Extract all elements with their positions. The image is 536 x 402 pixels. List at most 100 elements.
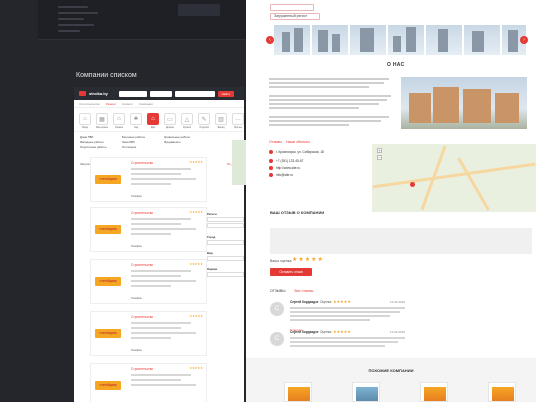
region-select[interactable] bbox=[118, 90, 147, 97]
text-line bbox=[131, 322, 191, 324]
subcategory-link[interactable]: Фасадные работы bbox=[80, 140, 114, 144]
tab[interactable]: Компании bbox=[139, 102, 153, 106]
footer-line bbox=[58, 6, 88, 8]
category-icons: ⌂ Вода ▦ Материалы ⌂ Гаражи ♣ Сад ⌂ Дом ▭ Дере… bbox=[74, 108, 244, 131]
tab[interactable]: Ремонт bbox=[106, 102, 116, 106]
text-line bbox=[290, 341, 398, 343]
similar-company-card[interactable] bbox=[352, 382, 380, 402]
site-header: stroika.by Найти bbox=[74, 87, 244, 100]
similar-company-card[interactable] bbox=[284, 382, 312, 402]
filter-city: Город bbox=[207, 235, 244, 245]
category-item[interactable]: ⌂ Вода bbox=[79, 113, 91, 129]
zoom-in-button[interactable]: + bbox=[377, 148, 382, 153]
footer-line bbox=[58, 18, 84, 20]
company-name[interactable]: Строительство bbox=[131, 161, 153, 165]
category-item[interactable]: ▭ Дерево bbox=[164, 113, 176, 129]
text-line bbox=[269, 120, 381, 122]
gallery-photo[interactable] bbox=[312, 25, 348, 55]
category-item[interactable]: … Прочее bbox=[232, 113, 244, 129]
category-select[interactable] bbox=[149, 90, 172, 97]
subcategory-link[interactable]: Кровельные работы bbox=[164, 135, 198, 139]
gallery-photo[interactable] bbox=[388, 25, 424, 55]
subcategory-link[interactable]: Фундаменты bbox=[164, 140, 198, 144]
text-line bbox=[131, 178, 196, 180]
region-pill[interactable]: Загруженный регист bbox=[270, 13, 320, 20]
map-pin-icon[interactable] bbox=[410, 182, 415, 187]
subcategory-link[interactable]: Бетонные работы bbox=[122, 135, 156, 139]
objects-link[interactable]: Наши объекты bbox=[286, 140, 310, 144]
category-item-active[interactable]: ⌂ Дом bbox=[147, 113, 159, 129]
reviewer-name: Сергей Кордзадзе bbox=[290, 330, 319, 334]
company-card[interactable]: СТРОЙДОМ Строительство ★★★★★ Телефон bbox=[90, 311, 207, 356]
review-textarea[interactable] bbox=[270, 228, 532, 254]
contact-site[interactable]: http://www.site.ru bbox=[269, 166, 300, 171]
company-name[interactable]: Строительство bbox=[131, 315, 153, 319]
subcategory-link[interactable]: Отделочные работы bbox=[80, 145, 114, 149]
text-line bbox=[269, 107, 359, 109]
text-line bbox=[290, 311, 400, 313]
company-map[interactable]: + − bbox=[372, 144, 536, 212]
footer-button[interactable] bbox=[178, 4, 220, 16]
company-card[interactable]: СТРОЙДОМ Строительство ★★★★★ Телефон bbox=[90, 207, 207, 252]
company-card[interactable]: СТРОЙДОМ Строительство ★★★★★ Телефон bbox=[90, 259, 207, 304]
chevron-left-icon[interactable]: ‹ bbox=[266, 36, 274, 44]
filter-select[interactable] bbox=[207, 240, 244, 245]
gallery-photo[interactable] bbox=[464, 25, 500, 55]
category-item[interactable]: ▥ Фасад bbox=[215, 113, 227, 129]
chevron-right-icon[interactable]: › bbox=[520, 36, 528, 44]
phone-link[interactable]: Телефон bbox=[131, 195, 142, 198]
text-line bbox=[131, 168, 191, 170]
text-line bbox=[131, 183, 171, 185]
text-line bbox=[269, 86, 369, 88]
logo[interactable]: stroika.by bbox=[89, 91, 108, 96]
review-form-title: ВАШ ОТЗЫВ О КОМПАНИИ bbox=[270, 210, 325, 215]
filter-select[interactable] bbox=[207, 217, 244, 222]
region-pill[interactable] bbox=[270, 4, 314, 11]
subcategory-link[interactable]: Дома ПВХ bbox=[80, 135, 114, 139]
category-item[interactable]: ▦ Материалы bbox=[96, 113, 108, 129]
subcategory-link[interactable]: Отопление bbox=[122, 145, 156, 149]
reviews-link[interactable]: Отзывы bbox=[269, 140, 282, 144]
text-line bbox=[269, 82, 384, 84]
company-name[interactable]: Строительство bbox=[131, 367, 153, 371]
contact-phone[interactable]: +7 (391) 123-45-67 bbox=[269, 159, 303, 164]
contact-address: г. Красноярск, ул. Сибирская, 18 bbox=[269, 150, 324, 155]
search-button[interactable]: Найти bbox=[217, 90, 234, 97]
text-line bbox=[131, 275, 181, 277]
phone-link[interactable]: Телефон bbox=[131, 245, 142, 248]
similar-company-card[interactable] bbox=[420, 382, 448, 402]
review-date: 14.02.2016 bbox=[390, 300, 406, 304]
company-card[interactable]: СТРОЙДОМ Строительство ★★★★★ bbox=[90, 363, 207, 402]
subcategory-list: Дома ПВХ Бетонные работы Кровельные рабо… bbox=[74, 131, 244, 152]
submit-review-button[interactable]: Оставить отзыв bbox=[270, 268, 312, 276]
category-item[interactable]: △ Кровля bbox=[181, 113, 193, 129]
company-name[interactable]: Строительство bbox=[131, 211, 153, 215]
category-item[interactable]: ♣ Сад bbox=[130, 113, 142, 129]
company-card[interactable]: СТРОЙДОМ Строительство ★★★★★ Телефон bbox=[90, 157, 207, 202]
phone-link[interactable]: Телефон bbox=[131, 297, 142, 300]
all-reviews-link[interactable]: Все отзывы bbox=[294, 289, 313, 293]
filter-select[interactable] bbox=[207, 256, 244, 261]
subcategory-link[interactable]: Окна ПВХ bbox=[122, 140, 156, 144]
category-item[interactable]: ⌂ Гаражи bbox=[113, 113, 125, 129]
gallery-photo[interactable] bbox=[426, 25, 462, 55]
filter-select[interactable] bbox=[207, 223, 244, 228]
footer-line bbox=[58, 12, 98, 14]
text-line bbox=[131, 228, 196, 230]
contact-email[interactable]: info@site.ru bbox=[269, 173, 293, 178]
tab[interactable]: Строительство bbox=[79, 102, 100, 106]
search-input[interactable] bbox=[174, 90, 215, 97]
filter-select[interactable] bbox=[207, 272, 244, 277]
avatar: С bbox=[270, 302, 284, 316]
rating-stars: ★★★★★ bbox=[189, 314, 203, 318]
zoom-out-button[interactable]: − bbox=[377, 155, 382, 160]
company-name[interactable]: Строительство bbox=[131, 263, 153, 267]
gallery-photo[interactable] bbox=[274, 25, 310, 55]
gallery-photo[interactable] bbox=[350, 25, 386, 55]
category-item[interactable]: ✎ Отделка bbox=[198, 113, 210, 129]
about-title: О НАС bbox=[387, 62, 405, 68]
rating-input-stars[interactable]: ★★★★★ bbox=[292, 256, 324, 263]
similar-company-card[interactable] bbox=[488, 382, 516, 402]
tab[interactable]: Каталог bbox=[122, 102, 133, 106]
phone-link[interactable]: Телефон bbox=[131, 349, 142, 352]
